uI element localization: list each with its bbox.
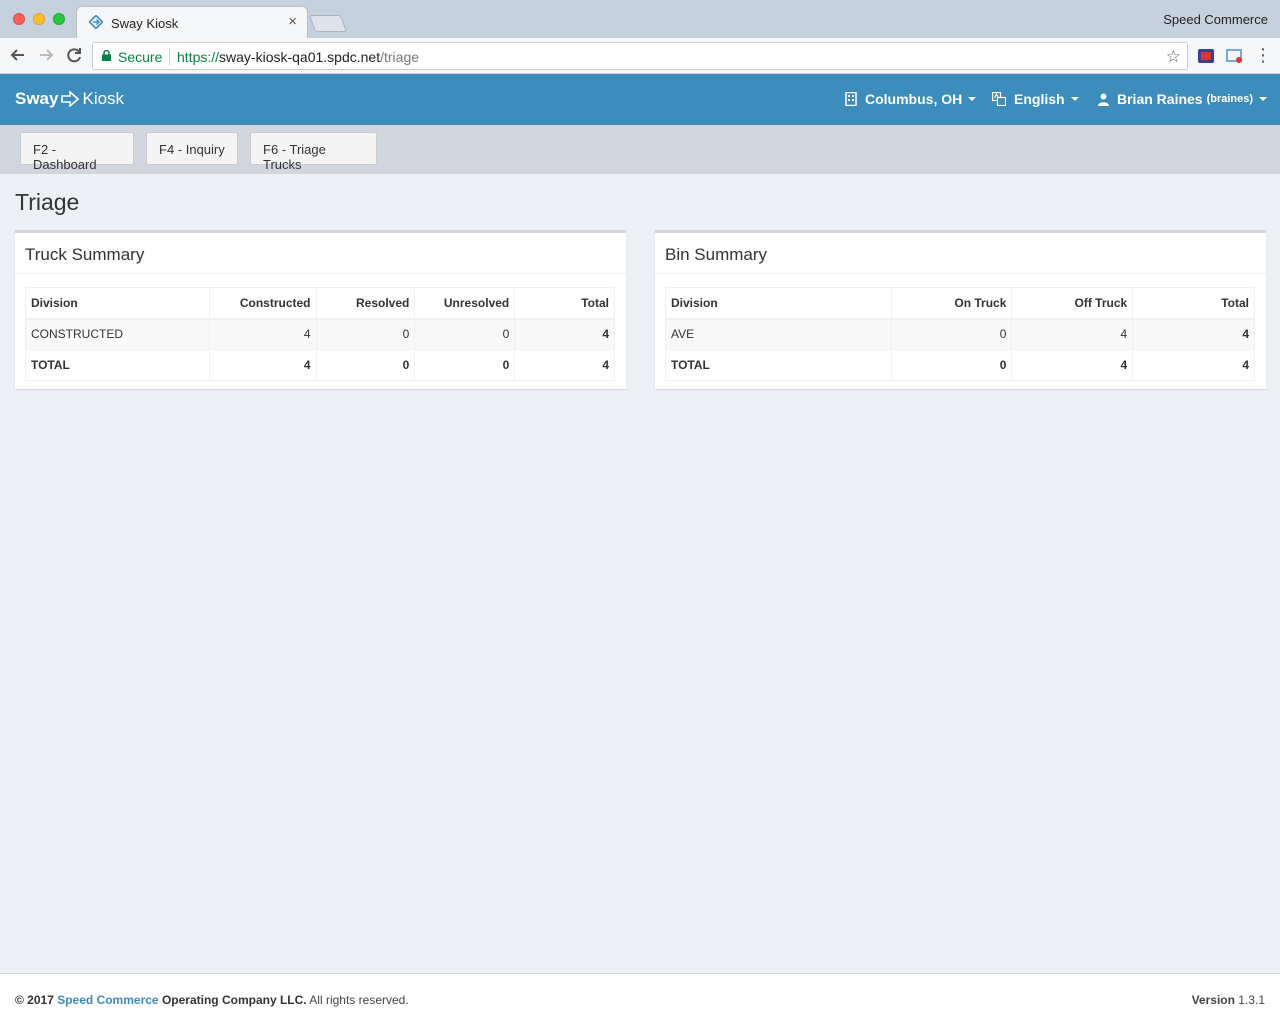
table-cell: 0 [890, 349, 1013, 381]
user-dropdown[interactable]: Brian Raines (braines) [1098, 91, 1268, 107]
column-header: Unresolved [414, 287, 516, 320]
brand-arrow-icon [61, 91, 80, 107]
f4-inquiry-button[interactable]: F4 - Inquiry [146, 132, 238, 165]
bin-summary-table: Division On Truck Off Truck Total AVE 0 … [665, 287, 1255, 381]
column-header: Constructed [208, 287, 317, 320]
user-icon [1098, 93, 1109, 106]
f6-triage-trucks-button[interactable]: F6 - Triage Trucks [250, 132, 377, 172]
footer-version: Version 1.3.1 [1192, 993, 1265, 1007]
window-minimize-button[interactable] [33, 13, 45, 25]
building-icon [845, 92, 857, 106]
column-header: Division [665, 287, 892, 320]
language-dropdown[interactable]: English [992, 91, 1079, 107]
truck-summary-table: Division Constructed Resolved Unresolved… [25, 287, 615, 381]
brand-kiosk: Kiosk [82, 89, 125, 108]
footer-copyright: © 2017 Speed Commerce Operating Company … [15, 993, 409, 1007]
bin-summary-box: Bin Summary Division On Truck Off Truck … [655, 230, 1266, 389]
url-text[interactable]: https://sway-kiosk-qa01.spdc.net/triage [177, 49, 419, 65]
box-header-divider [655, 273, 1266, 274]
url-path: /triage [380, 49, 420, 65]
table-cell: 4 [208, 318, 317, 350]
window-zoom-button[interactable] [53, 13, 65, 25]
language-label: English [1014, 91, 1065, 107]
browser-tab-strip: Sway Kiosk × Speed Commerce [0, 0, 1280, 38]
f2-dashboard-button[interactable]: F2 - Dashboard [20, 132, 134, 172]
truck-summary-box: Truck Summary Division Constructed Resol… [15, 230, 626, 389]
table-cell: TOTAL [665, 349, 892, 381]
translate-icon [992, 92, 1006, 106]
version-label: Version [1191, 993, 1235, 1007]
page-title: Triage [15, 189, 80, 215]
brand-logo[interactable]: Sway Kiosk [15, 89, 124, 109]
table-cell: 4 [208, 349, 317, 381]
function-key-bar: F2 - Dashboard F4 - Inquiry F6 - Triage … [0, 125, 1280, 174]
table-cell: 4 [514, 318, 615, 350]
sway-favicon-icon [89, 15, 103, 29]
column-header: On Truck [890, 287, 1013, 320]
caret-down-icon [1259, 97, 1268, 101]
table-cell: 0 [315, 349, 416, 381]
box-header-divider [15, 273, 626, 274]
table-row: CONSTRUCTED 4 0 0 4 [25, 318, 615, 350]
caret-down-icon [968, 97, 977, 101]
table-cell: 0 [890, 318, 1013, 350]
address-bar[interactable]: Secure https://sway-kiosk-qa01.spdc.net/… [92, 42, 1188, 70]
browser-toolbar: Secure https://sway-kiosk-qa01.spdc.net/… [0, 38, 1280, 74]
column-header: Off Truck [1011, 287, 1134, 320]
table-cell: 0 [414, 349, 516, 381]
table-cell: AVE [665, 318, 892, 350]
table-total-row: TOTAL 4 0 0 4 [25, 349, 615, 381]
url-scheme: https:// [177, 49, 220, 65]
caret-down-icon [1070, 97, 1079, 101]
browser-tab-active[interactable]: Sway Kiosk × [76, 6, 308, 38]
back-arrow-icon[interactable] [7, 44, 29, 66]
url-host: sway-kiosk-qa01.spdc.net [219, 49, 381, 65]
table-cell: 4 [1011, 318, 1134, 350]
table-cell: 0 [414, 318, 516, 350]
table-cell: CONSTRUCTED [25, 318, 210, 350]
secure-label: Secure [118, 49, 163, 65]
column-header: Division [25, 287, 210, 320]
rights-text: All rights reserved. [309, 993, 409, 1007]
browser-menu-icon[interactable]: ⋮ [1254, 44, 1272, 66]
column-header: Total [1132, 287, 1255, 320]
table-cell: TOTAL [25, 349, 210, 381]
location-dropdown[interactable]: Columbus, OH [845, 91, 977, 107]
lock-icon [102, 50, 111, 61]
table-cell: 4 [1132, 349, 1255, 381]
window-close-button[interactable] [13, 13, 25, 25]
address-separator [169, 48, 170, 65]
table-cell: 0 [315, 318, 416, 350]
company-name-rest: Operating Company LLC. [161, 993, 307, 1007]
location-label: Columbus, OH [865, 91, 963, 107]
table-row: AVE 0 4 4 [665, 318, 1255, 350]
bookmark-star-icon[interactable]: ☆ [1166, 47, 1181, 67]
tab-title: Sway Kiosk [111, 16, 179, 31]
tab-close-icon[interactable]: × [288, 13, 297, 30]
company-link[interactable]: Speed Commerce [57, 993, 158, 1007]
page-footer: © 2017 Speed Commerce Operating Company … [0, 973, 1280, 1024]
table-cell: 4 [1132, 318, 1255, 350]
table-header-row: Division Constructed Resolved Unresolved… [25, 287, 615, 320]
user-login: (braines) [1206, 93, 1254, 105]
app-header: Sway Kiosk Columbus, OH English Brian Ra… [0, 74, 1280, 125]
column-header: Total [514, 287, 615, 320]
table-header-row: Division On Truck Off Truck Total [665, 287, 1255, 320]
table-total-row: TOTAL 0 4 4 [665, 349, 1255, 381]
copyright-year: © 2017 [15, 993, 54, 1007]
bin-summary-title: Bin Summary [665, 245, 768, 264]
forward-arrow-icon[interactable] [35, 44, 57, 66]
reload-icon[interactable] [63, 44, 85, 66]
column-header: Resolved [315, 287, 416, 320]
user-name: Brian Raines [1117, 91, 1203, 107]
brand-sway: Sway [15, 89, 59, 108]
browser-profile-name[interactable]: Speed Commerce [1163, 12, 1268, 27]
table-cell: 4 [1011, 349, 1134, 381]
truck-summary-title: Truck Summary [25, 245, 145, 264]
version-value: 1.3.1 [1238, 993, 1265, 1007]
table-cell: 4 [514, 349, 615, 381]
screenshot-extension-icon[interactable] [1226, 47, 1244, 65]
new-tab-button[interactable] [308, 15, 348, 32]
extension-icon[interactable] [1197, 47, 1215, 65]
